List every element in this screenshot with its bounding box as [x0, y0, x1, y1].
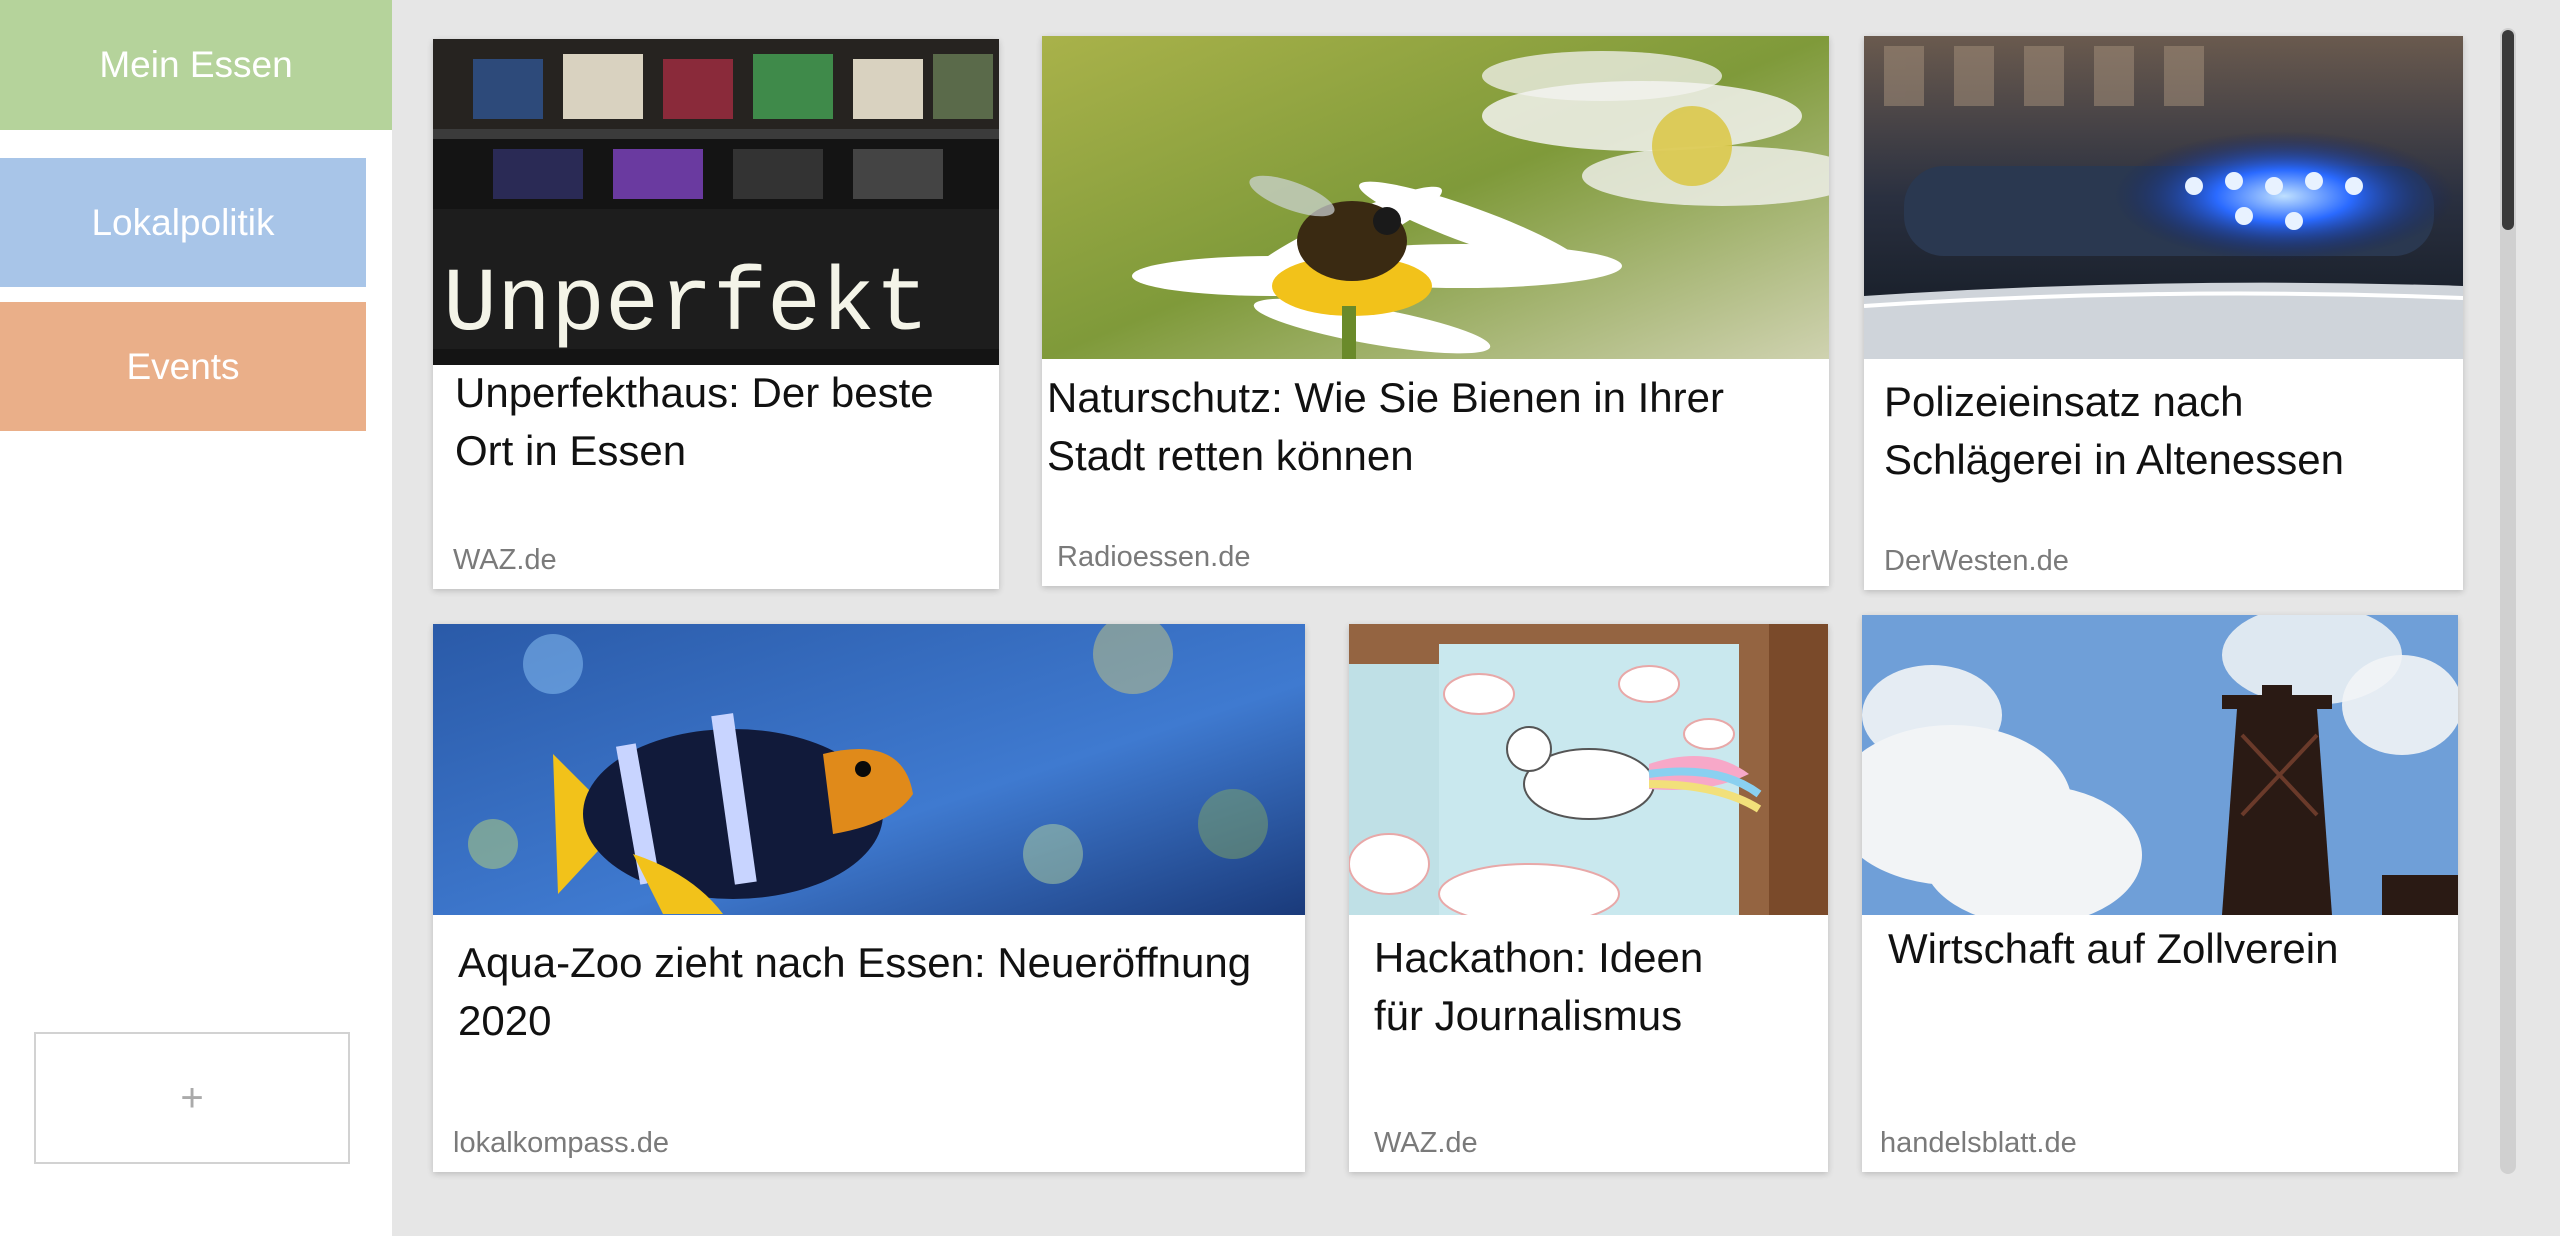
sidebar-item-events[interactable]: Events	[0, 302, 366, 431]
bee-on-daisy-image	[1042, 36, 1829, 359]
clownfish-image	[433, 624, 1305, 915]
scrollbar-thumb[interactable]	[2502, 30, 2514, 230]
svg-text:Unperfekt: Unperfekt	[443, 255, 929, 357]
card-source: WAZ.de	[1374, 1127, 1478, 1159]
card-title: Wirtschaft auf Zollverein	[1888, 925, 2339, 972]
unicorn-notepad-image	[1349, 624, 1828, 915]
news-card[interactable]: Polizeieinsatz nach Schlägerei in Altene…	[1864, 36, 2463, 590]
card-title: Hackathon: Ideen für Journalismus	[1374, 934, 1704, 1039]
news-card[interactable]: Wirtschaft auf Zollverein handelsblatt.d…	[1862, 615, 2458, 1172]
news-card[interactable]: Unperfekt Unperfekthaus: Der beste Ort i…	[433, 39, 999, 589]
neon-sign-image: Unperfekt	[433, 39, 999, 365]
card-source: lokalkompass.de	[453, 1127, 669, 1159]
add-category-button[interactable]: +	[34, 1032, 350, 1164]
card-source: DerWesten.de	[1884, 545, 2069, 577]
police-light-image	[1864, 36, 2463, 359]
card-source: Radioessen.de	[1057, 541, 1251, 573]
card-title: Aqua-Zoo zieht nach Essen: Neueröffnung …	[458, 939, 1252, 1044]
mine-tower-image	[1862, 615, 2458, 915]
news-card[interactable]: Naturschutz: Wie Sie Bienen in Ihrer Sta…	[1042, 36, 1829, 586]
news-card[interactable]: Aqua-Zoo zieht nach Essen: Neueröffnung …	[433, 624, 1305, 1172]
card-title: Naturschutz: Wie Sie Bienen in Ihrer Sta…	[1047, 374, 1724, 479]
card-source: WAZ.de	[453, 544, 557, 576]
card-title: Unperfekthaus: Der beste Ort in Essen	[455, 369, 934, 474]
card-title: Polizeieinsatz nach Schlägerei in Altene…	[1884, 378, 2344, 483]
sidebar-item-mein-essen[interactable]: Mein Essen	[0, 0, 392, 130]
card-source: handelsblatt.de	[1880, 1127, 2077, 1159]
sidebar: Mein Essen Lokalpolitik Events +	[0, 0, 392, 1236]
news-card[interactable]: Hackathon: Ideen für Journalismus WAZ.de	[1349, 624, 1828, 1172]
sidebar-item-lokalpolitik[interactable]: Lokalpolitik	[0, 158, 366, 287]
